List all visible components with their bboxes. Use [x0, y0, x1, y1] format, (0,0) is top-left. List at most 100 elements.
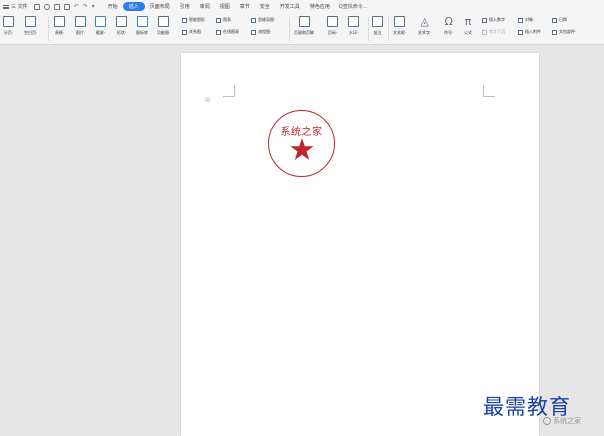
ribbon-tabs: 开始 插入 页面布局 引用 审阅 视图 章节 安全 开发工具 特色应用: [103, 2, 335, 11]
chart-label: 图表: [223, 17, 231, 22]
seal-stamp[interactable]: 系统之家: [268, 110, 335, 177]
tab-review[interactable]: 审阅: [195, 3, 215, 10]
shape-button[interactable]: 形状·: [116, 16, 127, 36]
mind-map-label: 思维导图·: [258, 17, 276, 22]
ribbon-divider: [368, 17, 369, 41]
word-art-button[interactable]: ◬ 艺术字·: [418, 16, 431, 36]
page-break-button[interactable]: 分页·: [3, 16, 14, 36]
drop-cap-button[interactable]: 首字下沉: [482, 29, 505, 35]
flowchart-icon: [251, 29, 256, 35]
output-pdf-icon[interactable]: [43, 3, 50, 10]
screenshot-icon: [95, 16, 106, 27]
insert-number-button[interactable]: 插入数字: [482, 17, 505, 23]
blank-page-button[interactable]: 空白页·: [24, 16, 37, 36]
chart-button[interactable]: 图表: [216, 17, 231, 23]
tab-developer[interactable]: 开发工具: [275, 3, 305, 10]
symbol-label: 符号·: [444, 30, 454, 35]
formula-button[interactable]: π 公式: [464, 16, 472, 36]
formula-label: 公式: [464, 30, 472, 35]
text-box-icon: [394, 16, 406, 27]
watermark-logo-icon: [543, 417, 551, 425]
drop-cap-icon: [482, 29, 487, 35]
ribbon-divider: [388, 17, 389, 41]
insert-number-icon: [482, 17, 487, 23]
mind-map-button[interactable]: 思维导图·: [251, 17, 275, 23]
header-footer-button[interactable]: 页眉和页脚: [294, 16, 314, 36]
page-number-button[interactable]: 页码·: [327, 16, 338, 36]
command-search-label: Q查找命令...: [338, 4, 368, 10]
date-icon: [552, 17, 557, 23]
command-search[interactable]: Q查找命令...: [339, 3, 368, 10]
word-art-icon: ◬: [420, 15, 429, 28]
blank-page-icon: [25, 16, 37, 27]
margin-corner-top-left: [223, 85, 235, 97]
watermark-icon: [348, 16, 359, 27]
document-parts-button[interactable]: 文档部件·: [552, 29, 576, 35]
picture-button[interactable]: 图片·: [75, 16, 86, 36]
chart-icon: [216, 17, 221, 23]
page-break-icon: [3, 16, 14, 27]
function-chart-label: 功能图·: [157, 30, 171, 35]
tab-page-layout[interactable]: 页面布局: [145, 3, 175, 10]
online-chart-button[interactable]: 在线图表: [216, 29, 239, 35]
icon-library-button[interactable]: 图标库: [136, 16, 148, 36]
flowchart-button[interactable]: 流程图·: [251, 29, 271, 35]
smart-graphic-label: 智能图形: [189, 17, 205, 22]
function-chart-button[interactable]: 功能图·: [157, 16, 170, 36]
document-page[interactable]: ▤· 系统之家: [181, 53, 539, 436]
object-button[interactable]: 对象·: [518, 17, 534, 23]
symbol-button[interactable]: Ω 符号·: [444, 16, 453, 36]
drop-cap-label: 首字下沉: [489, 29, 505, 34]
picture-label: 图片·: [75, 30, 86, 35]
save-icon[interactable]: [33, 3, 40, 10]
tab-home[interactable]: 开始: [103, 3, 123, 10]
paragraph-anchor-icon: ▤·: [205, 97, 212, 103]
page-number-icon: [327, 16, 338, 27]
picture-icon: [75, 16, 86, 27]
customize-toolbar-icon[interactable]: ▾: [92, 3, 95, 10]
tab-references[interactable]: 引用: [175, 3, 195, 10]
tab-insert[interactable]: 插入: [122, 2, 145, 11]
header-footer-label: 页眉和页脚: [294, 30, 314, 35]
online-chart-label: 在线图表: [223, 29, 239, 34]
flowchart-label: 流程图·: [258, 29, 272, 34]
mind-map-icon: [251, 17, 256, 23]
document-parts-icon: [552, 29, 557, 35]
tab-sections[interactable]: 章节: [235, 3, 255, 10]
smart-graphic-button[interactable]: 智能图形: [182, 17, 205, 23]
menu-bar: 三 文件 ↶ ↷ ▾ 开始 插入 页面布局 引用 审阅 视图 章节 安全 开发工…: [0, 0, 604, 13]
comment-button[interactable]: 批注: [372, 16, 383, 36]
tab-security[interactable]: 安全: [255, 3, 275, 10]
print-preview-icon[interactable]: [63, 3, 70, 10]
attachment-icon: [518, 29, 523, 35]
relation-chart-button[interactable]: 关系图: [182, 29, 201, 35]
tab-special-apps[interactable]: 特色应用: [305, 3, 335, 10]
screenshot-button[interactable]: 截屏·: [95, 16, 106, 36]
date-label: 日期: [559, 17, 567, 22]
header-footer-icon: [298, 16, 310, 27]
redo-icon[interactable]: ↷: [83, 3, 88, 10]
insert-attachment-label: 插入附件: [525, 29, 541, 34]
print-icon[interactable]: [53, 3, 60, 10]
word-art-label: 艺术字·: [418, 30, 432, 35]
page-number-label: 页码·: [327, 30, 338, 35]
omega-symbol-icon: Ω: [444, 15, 453, 28]
shape-icon: [116, 16, 127, 27]
insert-attachment-button[interactable]: 插入附件: [518, 29, 541, 35]
file-menu[interactable]: 三 文件: [0, 3, 32, 10]
undo-icon[interactable]: ↶: [74, 3, 79, 10]
date-button[interactable]: 日期: [552, 17, 567, 23]
shape-label: 形状·: [116, 30, 127, 35]
watermark-button[interactable]: 水印·: [348, 16, 359, 36]
table-button[interactable]: 表格·: [54, 16, 65, 36]
smart-graphic-icon: [182, 17, 187, 23]
ribbon-divider: [48, 17, 49, 41]
text-box-button[interactable]: 文本框·: [393, 16, 406, 36]
menu-icon: [3, 4, 9, 9]
ribbon-divider: [289, 17, 290, 41]
tab-view[interactable]: 视图: [215, 3, 235, 10]
document-parts-label: 文档部件·: [559, 29, 577, 34]
pi-formula-icon: π: [464, 15, 472, 28]
object-label: 对象·: [525, 17, 535, 22]
relation-chart-icon: [182, 29, 187, 35]
